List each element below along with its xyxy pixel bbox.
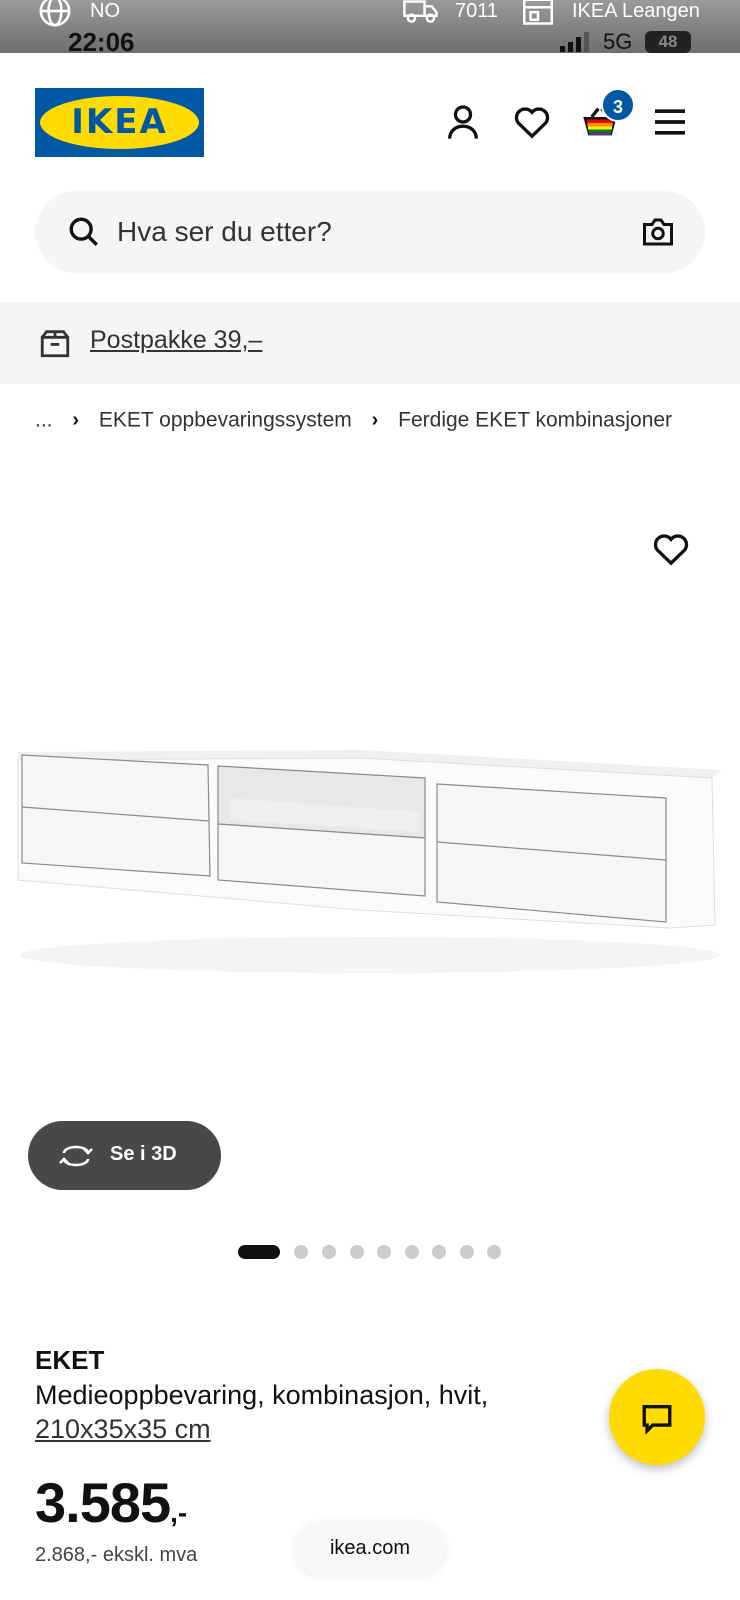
- parcel-icon: [40, 330, 70, 358]
- search-input[interactable]: [117, 207, 597, 257]
- pagination-dot[interactable]: [432, 1245, 446, 1259]
- pagination-dot[interactable]: [377, 1245, 391, 1259]
- price-suffix: ,-: [170, 1497, 188, 1528]
- signal-icon: [560, 32, 589, 52]
- status-bar: NO 7011 IKEA Leangen 22:06 5G 48: [0, 0, 740, 57]
- breadcrumb-item[interactable]: Ferdige EKET kombinasjoner: [398, 408, 672, 431]
- pagination-dot[interactable]: [460, 1245, 474, 1259]
- language-label[interactable]: NO: [90, 0, 120, 23]
- product-size-link[interactable]: 210x35x35 cm: [35, 1414, 211, 1445]
- cart-count-badge[interactable]: 3: [601, 88, 635, 122]
- price-main: 3.585: [35, 1471, 171, 1534]
- store-icon[interactable]: [520, 0, 556, 26]
- product-description: Medieoppbevaring, kombinasjon, hvit,: [35, 1380, 489, 1410]
- breadcrumb: ... › EKET oppbevaringssystem › Ferdige …: [35, 408, 672, 438]
- battery-indicator: 48: [645, 31, 691, 53]
- camera-icon[interactable]: [640, 214, 676, 250]
- product-name: EKET: [35, 1345, 105, 1375]
- pagination-dot[interactable]: [350, 1245, 364, 1259]
- product-image[interactable]: [0, 720, 740, 1100]
- user-icon[interactable]: [443, 102, 483, 142]
- delivery-truck-icon[interactable]: [402, 0, 440, 26]
- pagination-dot[interactable]: [405, 1245, 419, 1259]
- add-to-favourites-icon[interactable]: [651, 529, 691, 569]
- browser-url-bar[interactable]: ikea.com: [294, 1521, 446, 1575]
- breadcrumb-ellipsis[interactable]: ...: [35, 408, 53, 431]
- postal-code-label[interactable]: 7011: [455, 0, 498, 23]
- shipping-promo-banner: Postpakke 39,–: [0, 302, 740, 384]
- chat-icon: [642, 1404, 672, 1435]
- search-icon[interactable]: [67, 215, 101, 249]
- search-bar[interactable]: [35, 191, 705, 273]
- chevron-right-icon: ›: [371, 408, 379, 431]
- product-price: 3.585,-: [35, 1470, 187, 1535]
- store-label[interactable]: IKEA Leangen: [572, 0, 700, 23]
- breadcrumb-item[interactable]: EKET oppbevaringssystem: [99, 408, 352, 431]
- menu-icon[interactable]: [650, 102, 690, 142]
- pagination-dot[interactable]: [294, 1245, 308, 1259]
- view-in-3d-label: Se i 3D: [110, 1143, 177, 1165]
- pagination-dot[interactable]: [322, 1245, 336, 1259]
- chat-button[interactable]: [609, 1369, 705, 1465]
- price-excl-vat: 2.868,- ekskl. mva: [35, 1544, 198, 1566]
- globe-icon[interactable]: [38, 0, 72, 28]
- logo-text: IKEA: [71, 102, 168, 142]
- heart-icon[interactable]: [512, 102, 552, 142]
- pagination-dot[interactable]: [487, 1245, 501, 1259]
- network-label: 5G: [603, 29, 633, 54]
- pagination-dot-active[interactable]: [238, 1245, 280, 1259]
- ikea-logo[interactable]: IKEA: [35, 88, 204, 157]
- clock: 22:06: [68, 27, 135, 57]
- chevron-right-icon: ›: [72, 408, 80, 431]
- rotate-3d-icon: [59, 1145, 93, 1167]
- shipping-promo-link[interactable]: Postpakke 39,–: [90, 326, 262, 355]
- view-in-3d-button[interactable]: Se i 3D: [28, 1121, 221, 1190]
